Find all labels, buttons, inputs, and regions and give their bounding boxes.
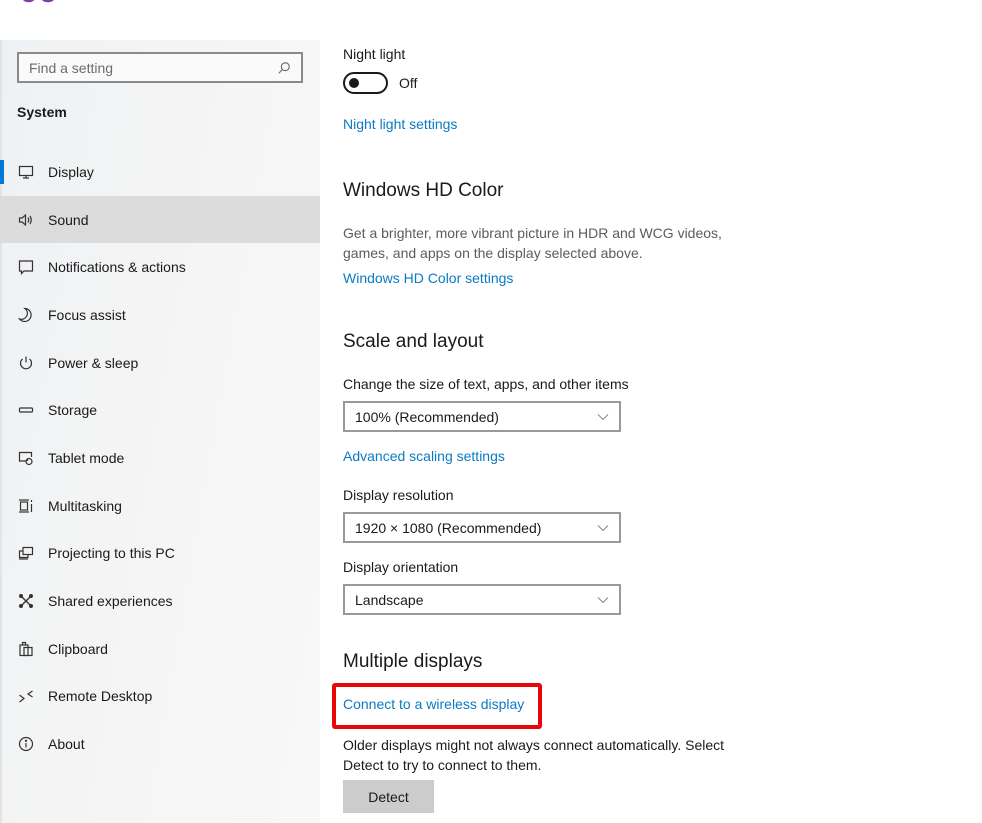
scale-label: Change the size of text, apps, and other…	[343, 376, 629, 392]
scale-value: 100% (Recommended)	[355, 408, 499, 425]
advanced-scaling-link[interactable]: Advanced scaling settings	[343, 448, 505, 464]
night-light-settings-link[interactable]: Night light settings	[343, 116, 457, 132]
scale-dropdown[interactable]: 100% (Recommended)	[343, 401, 621, 432]
hd-color-settings-link[interactable]: Windows HD Color settings	[343, 270, 513, 286]
moon-icon	[17, 307, 35, 323]
sidebar-item-tablet-mode[interactable]: Tablet mode	[0, 434, 320, 482]
active-indicator	[0, 160, 4, 184]
multitasking-icon	[17, 498, 35, 514]
tablet-mode-icon	[17, 450, 35, 466]
sidebar-item-label: Focus assist	[48, 306, 126, 323]
power-icon	[17, 355, 35, 371]
sidebar-nav: Display Sound Notifications & actions Fo…	[0, 148, 320, 768]
sidebar-item-remote-desktop[interactable]: Remote Desktop	[0, 673, 320, 721]
search-input[interactable]	[29, 59, 277, 76]
resolution-dropdown[interactable]: 1920 × 1080 (Recommended)	[343, 512, 621, 543]
sidebar-item-multitasking[interactable]: Multitasking	[0, 482, 320, 530]
sidebar-item-label: Clipboard	[48, 640, 108, 657]
multiple-displays-heading: Multiple displays	[343, 651, 483, 672]
search-box[interactable]	[17, 52, 303, 83]
toggle-knob	[349, 78, 359, 88]
shared-experiences-icon	[17, 593, 35, 609]
sidebar-item-shared-experiences[interactable]: Shared experiences	[0, 577, 320, 625]
sidebar-item-label: Power & sleep	[48, 354, 139, 371]
storage-icon	[17, 402, 35, 418]
sidebar-item-storage[interactable]: Storage	[0, 386, 320, 434]
sidebar-item-clipboard[interactable]: Clipboard	[0, 625, 320, 673]
sidebar-item-label: Shared experiences	[48, 593, 173, 610]
chevron-down-icon	[597, 413, 609, 420]
info-icon	[17, 736, 35, 752]
sidebar-item-label: Storage	[48, 402, 98, 419]
connect-wireless-display-link[interactable]: Connect to a wireless display	[343, 696, 524, 712]
sidebar-item-sound[interactable]: Sound	[0, 195, 320, 244]
brand-logo-fragment: ●eo	[0, 0, 80, 8]
night-light-toggle[interactable]	[343, 72, 388, 94]
hd-color-heading: Windows HD Color	[343, 180, 504, 201]
sidebar-item-label: About	[48, 736, 85, 753]
sidebar-item-label: Tablet mode	[48, 449, 125, 466]
resolution-label: Display resolution	[343, 487, 454, 503]
sidebar-item-power-sleep[interactable]: Power & sleep	[0, 339, 320, 387]
orientation-value: Landscape	[355, 591, 424, 608]
projecting-icon	[17, 545, 35, 561]
sidebar-item-display[interactable]: Display	[0, 148, 320, 196]
clipboard-icon	[17, 641, 35, 657]
scale-layout-heading: Scale and layout	[343, 331, 484, 352]
chevron-down-icon	[597, 596, 609, 603]
speaker-icon	[17, 212, 35, 228]
hd-color-description: Get a brighter, more vibrant picture in …	[343, 225, 722, 261]
sidebar-item-notifications[interactable]: Notifications & actions	[0, 243, 320, 291]
sidebar-item-projecting[interactable]: Projecting to this PC	[0, 530, 320, 578]
sidebar-item-about[interactable]: About	[0, 720, 320, 768]
night-light-state: Off	[399, 75, 418, 91]
chevron-down-icon	[597, 524, 609, 531]
orientation-label: Display orientation	[343, 559, 459, 575]
sidebar-item-label: Multitasking	[48, 497, 122, 514]
sidebar-item-label: Projecting to this PC	[48, 545, 175, 562]
sidebar-item-label: Sound	[48, 211, 89, 228]
sidebar-item-label: Display	[48, 163, 94, 180]
multiple-displays-description: Older displays might not always connect …	[343, 737, 725, 773]
search-icon[interactable]	[277, 61, 291, 75]
monitor-icon	[17, 164, 35, 180]
notification-icon	[17, 259, 35, 276]
detect-button[interactable]: Detect	[343, 780, 434, 813]
remote-desktop-icon	[17, 688, 35, 704]
sidebar-item-label: Notifications & actions	[48, 259, 186, 276]
night-light-label: Night light	[343, 46, 406, 62]
resolution-value: 1920 × 1080 (Recommended)	[355, 519, 542, 536]
orientation-dropdown[interactable]: Landscape	[343, 584, 621, 615]
sidebar-item-label: Remote Desktop	[48, 688, 153, 705]
sidebar-heading: System	[17, 104, 67, 120]
sidebar-item-focus-assist[interactable]: Focus assist	[0, 291, 320, 339]
